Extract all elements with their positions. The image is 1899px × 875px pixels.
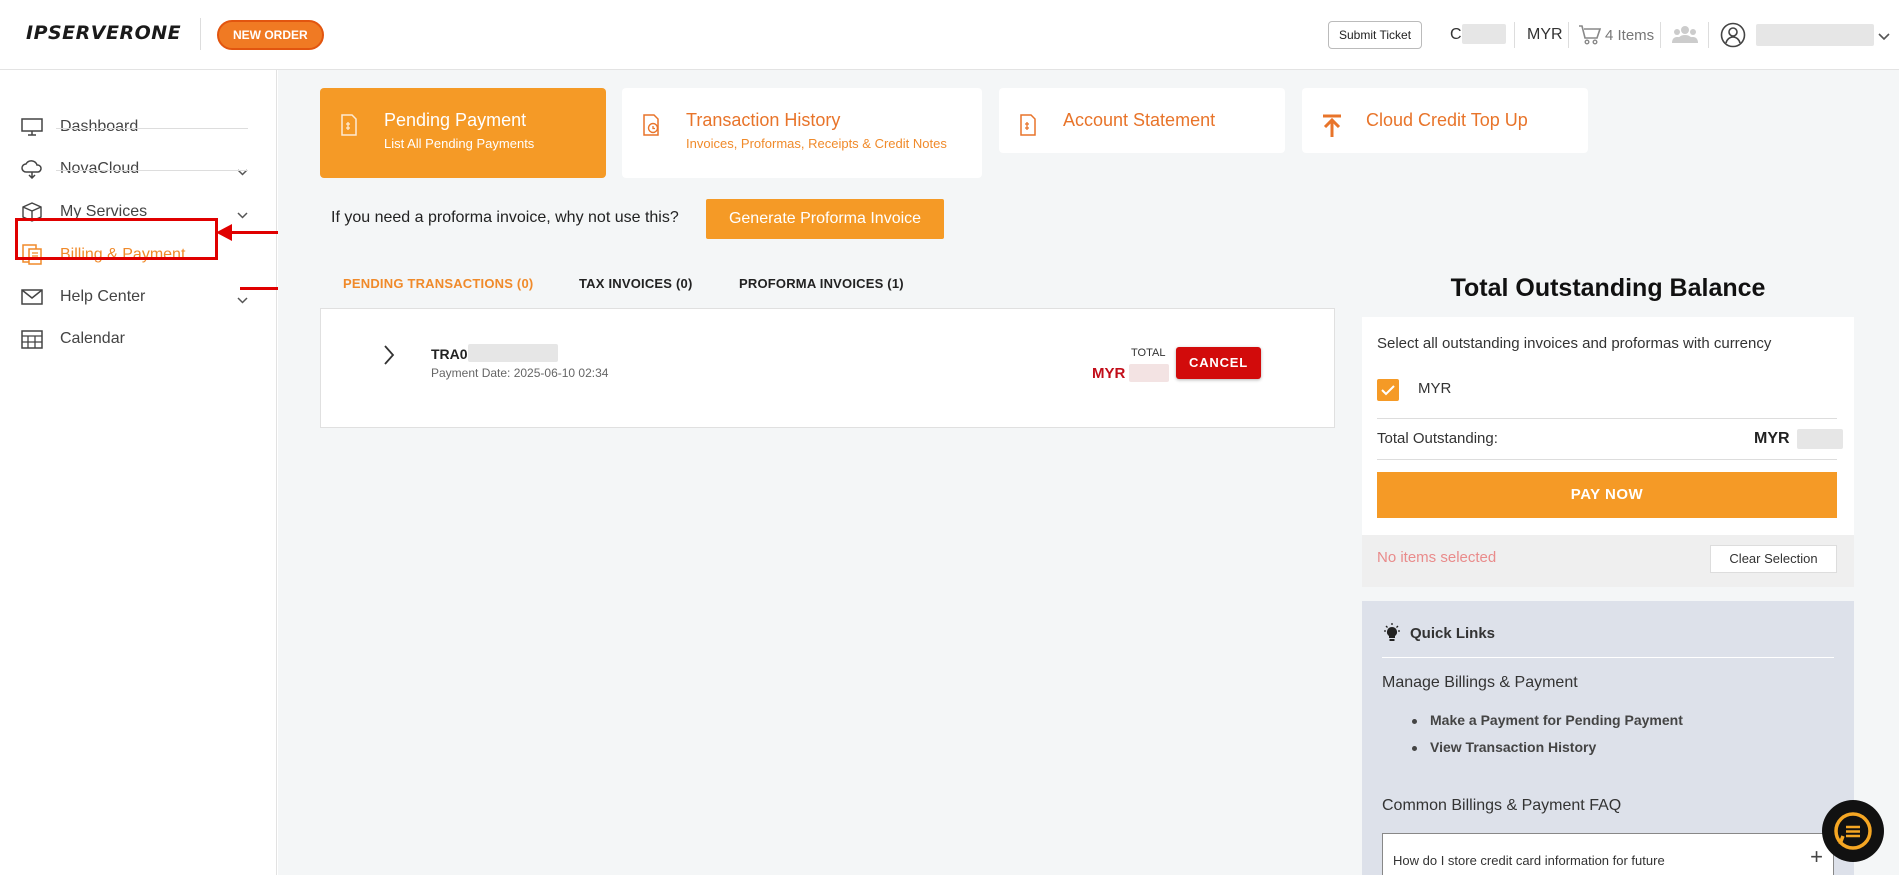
faq-heading: Common Billings & Payment FAQ <box>1382 797 1622 814</box>
link-view-transaction-history[interactable]: View Transaction History <box>1430 739 1596 755</box>
faq-item[interactable]: How do I store credit card information f… <box>1382 833 1834 875</box>
annotation-highlight-billing <box>15 218 218 260</box>
header-divider <box>1568 22 1569 48</box>
card-account-statement[interactable]: Account Statement <box>999 88 1285 153</box>
divider <box>1382 657 1834 658</box>
manage-billing-heading: Manage Billings & Payment <box>1382 674 1578 691</box>
faq-question: How do I store credit card information f… <box>1393 853 1665 868</box>
total-outstanding-label: Total Outstanding: <box>1377 430 1498 447</box>
card-title: Pending Payment <box>384 110 527 130</box>
sidebar-item-label: NovaCloud <box>60 160 140 177</box>
tab-tax-invoices[interactable]: TAX INVOICES (0) <box>579 276 692 291</box>
sidebar-item-help-center[interactable]: Help Center <box>20 277 248 317</box>
divider <box>1377 459 1837 460</box>
cloud-icon <box>20 158 44 180</box>
card-title: Account Statement <box>1063 110 1216 130</box>
mail-icon <box>20 286 44 308</box>
card-subtitle: Invoices, Proformas, Receipts & Credit N… <box>686 136 947 151</box>
chevron-down-icon <box>237 206 248 224</box>
sidebar-item-calendar[interactable]: Calendar <box>20 319 248 359</box>
users-icon[interactable] <box>1672 24 1698 49</box>
tab-pending-transactions[interactable]: PENDING TRANSACTIONS (0) <box>343 276 533 291</box>
currency-selector[interactable]: MYR <box>1527 26 1563 44</box>
card-transaction-history[interactable]: Transaction History Invoices, Proformas,… <box>622 88 982 178</box>
lightbulb-icon <box>1384 623 1400 641</box>
clear-selection-button[interactable]: Clear Selection <box>1710 545 1837 573</box>
outstanding-balance-title: Total Outstanding Balance <box>1450 274 1766 302</box>
chat-icon <box>1834 812 1872 850</box>
generate-proforma-button[interactable]: Generate Proforma Invoice <box>706 199 944 239</box>
link-make-payment[interactable]: Make a Payment for Pending Payment <box>1430 712 1683 728</box>
sidebar-item-novacloud[interactable]: NovaCloud <box>20 149 248 189</box>
quick-links-panel: Quick Links Manage Billings & Payment Ma… <box>1362 601 1854 875</box>
tab-proforma-invoices[interactable]: PROFORMA INVOICES (1) <box>739 276 904 291</box>
quick-links-header: Quick Links <box>1382 623 1495 643</box>
header-divider <box>1514 22 1515 48</box>
bullet <box>1412 746 1417 751</box>
cart-icon <box>1579 25 1602 45</box>
check-icon <box>1381 384 1395 395</box>
chevron-down-icon <box>237 163 248 181</box>
sidebar-item-dashboard[interactable]: Dashboard <box>20 107 248 147</box>
total-amount: MYR <box>1092 365 1126 382</box>
pay-now-button[interactable]: PAY NOW <box>1377 472 1837 518</box>
card-pending-payment[interactable]: Pending Payment List All Pending Payment… <box>320 88 606 178</box>
transaction-id: TRA0 <box>431 346 468 362</box>
transaction-date: Payment Date: 2025-06-10 02:34 <box>431 366 609 380</box>
transaction-id-redacted <box>468 344 558 362</box>
account-code-redacted <box>1462 24 1506 44</box>
transaction-list: TRA0 Payment Date: 2025-06-10 02:34 TOTA… <box>320 308 1335 428</box>
total-outstanding-currency: MYR <box>1754 430 1790 447</box>
upload-arrow-icon <box>1322 114 1348 143</box>
card-cloud-credit-top-up[interactable]: Cloud Credit Top Up <box>1302 88 1588 153</box>
currency-checkbox[interactable] <box>1377 379 1399 401</box>
select-all-text: Select all outstanding invoices and prof… <box>1377 335 1772 352</box>
brand-logo[interactable]: IPSERVERONE <box>26 22 181 44</box>
cancel-button[interactable]: CANCEL <box>1176 347 1261 379</box>
quick-links-title: Quick Links <box>1410 624 1496 642</box>
header-divider <box>1660 22 1661 48</box>
history-icon <box>642 114 668 141</box>
chevron-right-icon[interactable] <box>383 345 395 370</box>
plus-icon[interactable]: + <box>1810 844 1823 870</box>
card-title: Cloud Credit Top Up <box>1366 110 1528 130</box>
user-avatar-icon[interactable] <box>1720 22 1746 53</box>
sidebar-item-label: Dashboard <box>60 118 139 135</box>
nav-divider <box>56 170 248 171</box>
header-divider <box>1708 22 1709 48</box>
submit-ticket-button[interactable]: Submit Ticket <box>1328 21 1423 49</box>
username-redacted[interactable] <box>1756 24 1874 46</box>
logo-divider <box>200 18 201 50</box>
sidebar: Dashboard NovaCloud My Services Billing … <box>0 70 277 875</box>
total-label: TOTAL <box>1131 347 1166 359</box>
statement-icon <box>1019 114 1045 141</box>
top-header: IPSERVERONE NEW ORDER Submit Ticket C MY… <box>0 0 1899 70</box>
sidebar-item-label: Help Center <box>60 288 146 305</box>
arrow-head-icon <box>216 224 232 241</box>
chevron-down-icon[interactable] <box>1878 28 1890 46</box>
outstanding-amount-redacted <box>1797 429 1843 449</box>
currency-checkbox-label: MYR <box>1418 380 1452 397</box>
no-items-text: No items selected <box>1377 549 1497 566</box>
chat-button[interactable] <box>1822 800 1884 862</box>
chevron-down-icon <box>237 291 248 309</box>
cart-label: 4 Items <box>1605 26 1655 44</box>
monitor-icon <box>20 116 44 138</box>
invoice-icon <box>340 114 366 141</box>
cart-button[interactable]: 4 Items <box>1578 24 1654 46</box>
calendar-icon <box>20 328 44 350</box>
new-order-button[interactable]: NEW ORDER <box>217 20 324 50</box>
account-code[interactable]: C <box>1450 26 1462 44</box>
bullet <box>1412 719 1417 724</box>
nav-divider <box>56 128 248 129</box>
outstanding-balance-panel: Select all outstanding invoices and prof… <box>1362 317 1854 587</box>
sidebar-item-label: Calendar <box>60 330 125 347</box>
amount-redacted <box>1129 364 1169 382</box>
selection-footer: No items selected Clear Selection <box>1362 535 1854 587</box>
card-subtitle: List All Pending Payments <box>384 136 535 151</box>
proforma-prompt: If you need a proforma invoice, why not … <box>331 209 679 226</box>
card-title: Transaction History <box>686 110 841 130</box>
divider <box>1377 418 1837 419</box>
